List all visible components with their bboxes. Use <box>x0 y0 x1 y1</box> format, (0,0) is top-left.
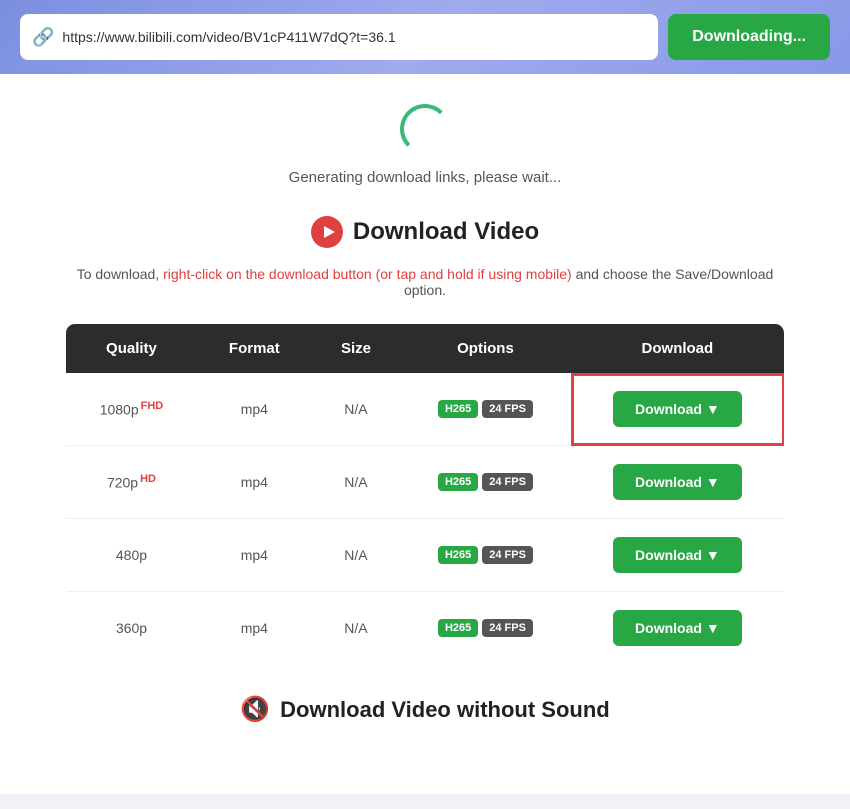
format-cell: mp4 <box>197 446 312 519</box>
instruction-link[interactable]: right-click on the download button (or t… <box>163 266 572 282</box>
download-cell: Download ▼ <box>571 446 785 519</box>
col-download: Download <box>571 324 785 374</box>
options-cell: H26524 FPS <box>400 592 571 665</box>
col-quality: Quality <box>66 324 197 374</box>
table-header: Quality Format Size Options Download <box>66 324 785 374</box>
format-cell: mp4 <box>197 373 312 446</box>
table-row: 720pHDmp4N/AH26524 FPSDownload ▼ <box>66 446 785 519</box>
col-options: Options <box>400 324 571 374</box>
section-title-text: Download Video <box>353 218 539 246</box>
download-table: Quality Format Size Options Download 108… <box>65 323 785 665</box>
instruction-prefix: To download, <box>77 266 163 282</box>
table-row: 1080pFHDmp4N/AH26524 FPSDownload ▼ <box>66 373 785 446</box>
table-body: 1080pFHDmp4N/AH26524 FPSDownload ▼720pHD… <box>66 373 785 665</box>
download-cell: Download ▼ <box>571 373 785 446</box>
download-row-button[interactable]: Download ▼ <box>613 537 742 573</box>
h265-badge: H265 <box>438 546 478 564</box>
spinner-wrapper <box>20 104 830 154</box>
section-title-2-text: Download Video without Sound <box>280 697 610 723</box>
size-cell: N/A <box>312 519 400 592</box>
download-cell: Download ▼ <box>571 519 785 592</box>
h265-badge: H265 <box>438 400 478 418</box>
instruction-text: To download, right-click on the download… <box>65 266 785 298</box>
quality-cell: 720pHD <box>66 446 197 519</box>
link-icon: 🔗 <box>32 27 54 48</box>
section-title: Download Video <box>20 216 830 248</box>
section-title-2: 🔇 Download Video without Sound <box>20 695 830 724</box>
options-cell: H26524 FPS <box>400 519 571 592</box>
h265-badge: H265 <box>438 619 478 637</box>
format-cell: mp4 <box>197 592 312 665</box>
download-row-button[interactable]: Download ▼ <box>613 610 742 646</box>
quality-cell: 360p <box>66 592 197 665</box>
download-row-button[interactable]: Download ▼ <box>613 464 742 500</box>
quality-cell: 480p <box>66 519 197 592</box>
options-cell: H26524 FPS <box>400 373 571 446</box>
h265-badge: H265 <box>438 473 478 491</box>
top-bar: 🔗 Downloading... <box>0 0 850 74</box>
fps-badge: 24 FPS <box>482 619 533 637</box>
fps-badge: 24 FPS <box>482 546 533 564</box>
downloading-button[interactable]: Downloading... <box>668 14 830 60</box>
sound-icon: 🔇 <box>240 695 270 724</box>
table-row: 360pmp4N/AH26524 FPSDownload ▼ <box>66 592 785 665</box>
url-input[interactable] <box>62 29 646 45</box>
play-icon <box>311 216 343 248</box>
options-cell: H26524 FPS <box>400 446 571 519</box>
download-row-button[interactable]: Download ▼ <box>613 391 742 427</box>
main-content: Generating download links, please wait..… <box>0 74 850 794</box>
fps-badge: 24 FPS <box>482 400 533 418</box>
size-cell: N/A <box>312 373 400 446</box>
fps-badge: 24 FPS <box>482 473 533 491</box>
loading-spinner <box>400 104 450 154</box>
format-cell: mp4 <box>197 519 312 592</box>
size-cell: N/A <box>312 592 400 665</box>
size-cell: N/A <box>312 446 400 519</box>
table-row: 480pmp4N/AH26524 FPSDownload ▼ <box>66 519 785 592</box>
url-input-wrapper: 🔗 <box>20 14 658 60</box>
quality-cell: 1080pFHD <box>66 373 197 446</box>
generating-text: Generating download links, please wait..… <box>20 169 830 186</box>
col-size: Size <box>312 324 400 374</box>
download-cell: Download ▼ <box>571 592 785 665</box>
col-format: Format <box>197 324 312 374</box>
